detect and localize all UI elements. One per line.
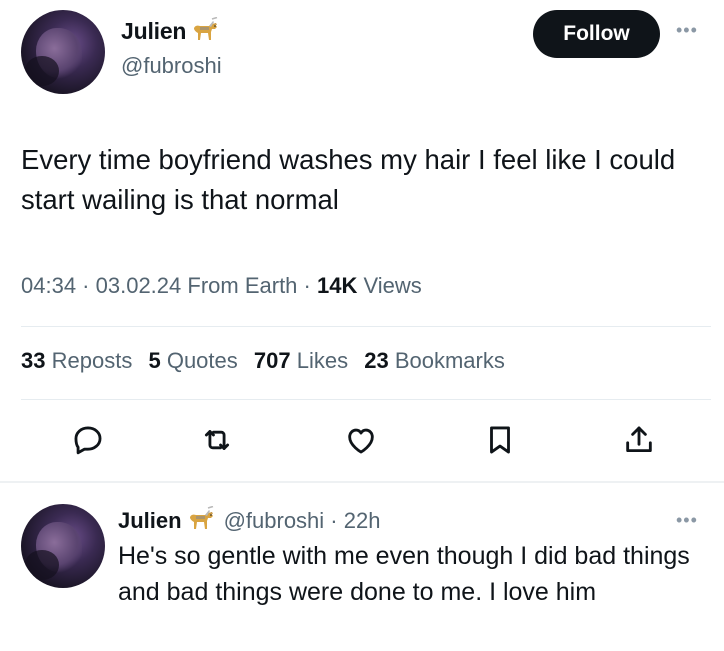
- like-icon[interactable]: [341, 420, 381, 460]
- section-separator: [0, 481, 724, 483]
- stat-count: 5: [148, 348, 161, 373]
- stat-quotes[interactable]: 5 Quotes: [148, 348, 237, 373]
- author-name-text[interactable]: Julien: [121, 18, 186, 44]
- stat-bookmarks[interactable]: 23 Bookmarks: [364, 348, 505, 373]
- author-handle[interactable]: @fubroshi: [121, 53, 222, 79]
- reply-icon[interactable]: [68, 420, 108, 460]
- reply-avatar[interactable]: [21, 504, 105, 588]
- reply-handle[interactable]: @fubroshi · 22h: [224, 508, 381, 533]
- stat-count: 707: [253, 348, 291, 373]
- stat-label: Reposts: [51, 348, 133, 373]
- reply-author-name[interactable]: Julien: [118, 508, 182, 533]
- views-label: Views: [363, 273, 422, 298]
- guide-dog-icon: [190, 16, 220, 49]
- stat-count: 33: [21, 348, 46, 373]
- guide-dog-icon: [186, 505, 216, 538]
- divider: [21, 399, 711, 400]
- reply-header: Julien @fubroshi · 22h: [118, 505, 381, 538]
- stat-likes[interactable]: 707 Likes: [254, 348, 348, 373]
- reply-text: He's so gentle with me even though I did…: [118, 542, 690, 606]
- tweet-time[interactable]: 04:34: [21, 273, 76, 298]
- follow-button[interactable]: Follow: [533, 10, 660, 58]
- stat-count: 23: [364, 348, 389, 373]
- stat-reposts[interactable]: 33 Reposts: [21, 348, 132, 373]
- stat-label: Likes: [296, 348, 349, 373]
- tweet-meta: 04:34 · 03.02.24 From Earth · 14K Views: [21, 273, 422, 298]
- engagement-stats: 33 Reposts 5 Quotes 707 Likes 23 Bookmar…: [21, 348, 515, 374]
- action-bar: [0, 420, 724, 470]
- views-count: 14K: [316, 273, 358, 298]
- reply-age: 22h: [343, 508, 381, 533]
- more-options-icon[interactable]: •••: [676, 20, 698, 41]
- stat-label: Bookmarks: [394, 348, 505, 373]
- reply-handle-text: @fubroshi: [223, 508, 325, 533]
- divider: [21, 326, 711, 327]
- share-icon[interactable]: [619, 420, 659, 460]
- bookmark-icon[interactable]: [480, 420, 520, 460]
- tweet-date[interactable]: 03.02.24: [96, 273, 182, 298]
- stat-label: Quotes: [166, 348, 238, 373]
- repost-icon[interactable]: [197, 420, 237, 460]
- tweet-text: Every time boyfriend washes my hair I fe…: [21, 144, 676, 215]
- tweet-source: From Earth: [187, 273, 298, 298]
- author-name[interactable]: Julien: [121, 16, 220, 49]
- reply-more-options-icon[interactable]: •••: [676, 510, 698, 531]
- author-avatar[interactable]: [21, 10, 105, 94]
